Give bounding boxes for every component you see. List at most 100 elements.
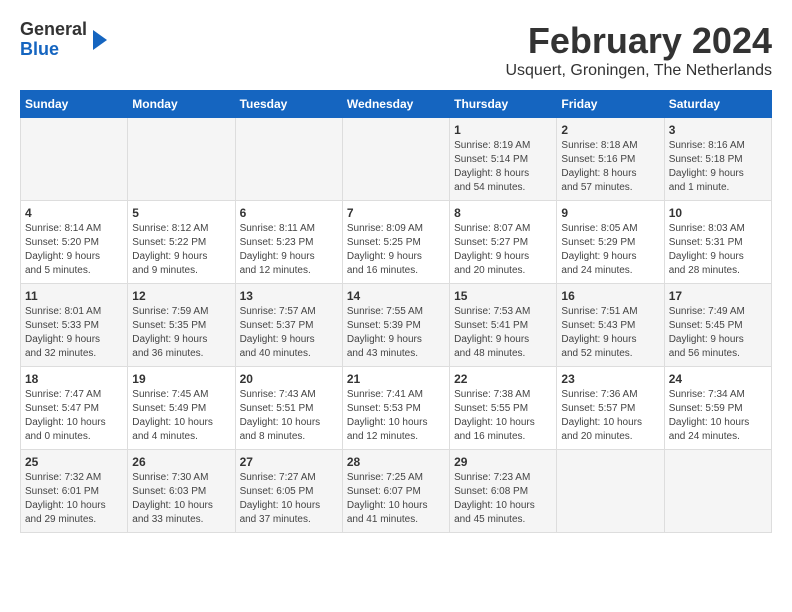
cell-week2-day1: 4 Sunrise: 8:14 AM Sunset: 5:20 PM Daylig… xyxy=(21,201,128,284)
header-friday: Friday xyxy=(557,91,664,118)
day-number: 13 xyxy=(240,289,338,303)
day-info: Sunrise: 7:59 AM Sunset: 5:35 PM Dayligh… xyxy=(132,305,230,361)
cell-week1-day1 xyxy=(21,118,128,201)
subtitle: Usquert, Groningen, The Netherlands xyxy=(505,62,772,80)
day-info: Sunrise: 7:43 AM Sunset: 5:51 PM Dayligh… xyxy=(240,388,338,444)
week-row-4: 18 Sunrise: 7:47 AM Sunset: 5:47 PM Dayli… xyxy=(21,367,772,450)
cell-week1-day3 xyxy=(235,118,342,201)
day-info: Sunrise: 8:18 AM Sunset: 5:16 PM Dayligh… xyxy=(561,139,659,195)
cell-week3-day2: 12 Sunrise: 7:59 AM Sunset: 5:35 PM Dayli… xyxy=(128,284,235,367)
day-info: Sunrise: 8:11 AM Sunset: 5:23 PM Dayligh… xyxy=(240,222,338,278)
day-number: 25 xyxy=(25,455,123,469)
calendar-table: SundayMondayTuesdayWednesdayThursdayFrid… xyxy=(20,90,772,533)
day-info: Sunrise: 8:03 AM Sunset: 5:31 PM Dayligh… xyxy=(669,222,767,278)
cell-week2-day3: 6 Sunrise: 8:11 AM Sunset: 5:23 PM Daylig… xyxy=(235,201,342,284)
cell-week5-day2: 26Sunrise: 7:30 AM Sunset: 6:03 PM Dayli… xyxy=(128,450,235,533)
header: General Blue February 2024 Usquert, Gron… xyxy=(20,20,772,80)
header-saturday: Saturday xyxy=(664,91,771,118)
cell-week5-day1: 25 Sunrise: 7:32 AM Sunset: 6:01 PM Dayli… xyxy=(21,450,128,533)
day-number: 28 xyxy=(347,455,445,469)
day-info: Sunrise: 7:23 AM Sunset: 6:08 PM Dayligh… xyxy=(454,471,552,527)
day-number: 21 xyxy=(347,372,445,386)
day-info: Sunrise: 8:05 AM Sunset: 5:29 PM Dayligh… xyxy=(561,222,659,278)
cell-week2-day7: 10 Sunrise: 8:03 AM Sunset: 5:31 PM Dayli… xyxy=(664,201,771,284)
day-info: Sunrise: 8:01 AM Sunset: 5:33 PM Dayligh… xyxy=(25,305,123,361)
day-number: 8 xyxy=(454,206,552,220)
cell-week3-day5: 15 Sunrise: 7:53 AM Sunset: 5:41 PM Dayli… xyxy=(450,284,557,367)
day-info: Sunrise: 7:51 AM Sunset: 5:43 PM Dayligh… xyxy=(561,305,659,361)
cell-week4-day2: 19 Sunrise: 7:45 AM Sunset: 5:49 PM Dayli… xyxy=(128,367,235,450)
day-number: 9 xyxy=(561,206,659,220)
cell-week4-day1: 18 Sunrise: 7:47 AM Sunset: 5:47 PM Dayli… xyxy=(21,367,128,450)
cell-week4-day6: 23 Sunrise: 7:36 AM Sunset: 5:57 PM Dayli… xyxy=(557,367,664,450)
cell-week4-day4: 21Sunrise: 7:41 AM Sunset: 5:53 PM Dayli… xyxy=(342,367,449,450)
cell-week5-day3: 27Sunrise: 7:27 AM Sunset: 6:05 PM Dayli… xyxy=(235,450,342,533)
cell-week1-day5: 1Sunrise: 8:19 AM Sunset: 5:14 PM Daylig… xyxy=(450,118,557,201)
main-title: February 2024 xyxy=(505,20,772,62)
cell-week4-day3: 20 Sunrise: 7:43 AM Sunset: 5:51 PM Dayli… xyxy=(235,367,342,450)
day-info: Sunrise: 8:14 AM Sunset: 5:20 PM Dayligh… xyxy=(25,222,123,278)
day-number: 10 xyxy=(669,206,767,220)
day-number: 12 xyxy=(132,289,230,303)
day-info: Sunrise: 8:09 AM Sunset: 5:25 PM Dayligh… xyxy=(347,222,445,278)
title-section: February 2024 Usquert, Groningen, The Ne… xyxy=(505,20,772,80)
cell-week2-day5: 8 Sunrise: 8:07 AM Sunset: 5:27 PM Daylig… xyxy=(450,201,557,284)
day-info: Sunrise: 7:25 AM Sunset: 6:07 PM Dayligh… xyxy=(347,471,445,527)
day-number: 17 xyxy=(669,289,767,303)
day-number: 15 xyxy=(454,289,552,303)
cell-week2-day6: 9 Sunrise: 8:05 AM Sunset: 5:29 PM Daylig… xyxy=(557,201,664,284)
day-number: 4 xyxy=(25,206,123,220)
cell-week4-day7: 24 Sunrise: 7:34 AM Sunset: 5:59 PM Dayli… xyxy=(664,367,771,450)
day-info: Sunrise: 7:32 AM Sunset: 6:01 PM Dayligh… xyxy=(25,471,123,527)
day-number: 3 xyxy=(669,123,767,137)
day-info: Sunrise: 7:45 AM Sunset: 5:49 PM Dayligh… xyxy=(132,388,230,444)
day-info: Sunrise: 7:53 AM Sunset: 5:41 PM Dayligh… xyxy=(454,305,552,361)
day-info: Sunrise: 7:57 AM Sunset: 5:37 PM Dayligh… xyxy=(240,305,338,361)
day-number: 23 xyxy=(561,372,659,386)
day-info: Sunrise: 7:27 AM Sunset: 6:05 PM Dayligh… xyxy=(240,471,338,527)
day-number: 6 xyxy=(240,206,338,220)
calendar-header: SundayMondayTuesdayWednesdayThursdayFrid… xyxy=(21,91,772,118)
cell-week3-day7: 17Sunrise: 7:49 AM Sunset: 5:45 PM Dayli… xyxy=(664,284,771,367)
cell-week3-day1: 11Sunrise: 8:01 AM Sunset: 5:33 PM Dayli… xyxy=(21,284,128,367)
week-row-2: 4 Sunrise: 8:14 AM Sunset: 5:20 PM Daylig… xyxy=(21,201,772,284)
day-info: Sunrise: 7:38 AM Sunset: 5:55 PM Dayligh… xyxy=(454,388,552,444)
logo-arrow-icon xyxy=(93,30,107,50)
cell-week5-day5: 29 Sunrise: 7:23 AM Sunset: 6:08 PM Dayli… xyxy=(450,450,557,533)
cell-week3-day4: 14 Sunrise: 7:55 AM Sunset: 5:39 PM Dayli… xyxy=(342,284,449,367)
cell-week4-day5: 22 Sunrise: 7:38 AM Sunset: 5:55 PM Dayli… xyxy=(450,367,557,450)
day-number: 20 xyxy=(240,372,338,386)
day-number: 24 xyxy=(669,372,767,386)
day-number: 7 xyxy=(347,206,445,220)
logo-text: General Blue xyxy=(20,20,87,60)
day-number: 18 xyxy=(25,372,123,386)
day-info: Sunrise: 8:07 AM Sunset: 5:27 PM Dayligh… xyxy=(454,222,552,278)
day-number: 5 xyxy=(132,206,230,220)
cell-week3-day6: 16Sunrise: 7:51 AM Sunset: 5:43 PM Dayli… xyxy=(557,284,664,367)
cell-week5-day7 xyxy=(664,450,771,533)
cell-week2-day2: 5Sunrise: 8:12 AM Sunset: 5:22 PM Daylig… xyxy=(128,201,235,284)
header-tuesday: Tuesday xyxy=(235,91,342,118)
logo: General Blue xyxy=(20,20,107,60)
header-monday: Monday xyxy=(128,91,235,118)
day-number: 19 xyxy=(132,372,230,386)
day-number: 14 xyxy=(347,289,445,303)
day-number: 29 xyxy=(454,455,552,469)
logo-general: General xyxy=(20,20,87,40)
day-info: Sunrise: 7:30 AM Sunset: 6:03 PM Dayligh… xyxy=(132,471,230,527)
day-number: 22 xyxy=(454,372,552,386)
cell-week1-day2 xyxy=(128,118,235,201)
cell-week1-day7: 3Sunrise: 8:16 AM Sunset: 5:18 PM Daylig… xyxy=(664,118,771,201)
day-info: Sunrise: 7:36 AM Sunset: 5:57 PM Dayligh… xyxy=(561,388,659,444)
header-thursday: Thursday xyxy=(450,91,557,118)
week-row-1: 1Sunrise: 8:19 AM Sunset: 5:14 PM Daylig… xyxy=(21,118,772,201)
day-info: Sunrise: 7:55 AM Sunset: 5:39 PM Dayligh… xyxy=(347,305,445,361)
logo-blue: Blue xyxy=(20,40,87,60)
cell-week5-day6 xyxy=(557,450,664,533)
header-wednesday: Wednesday xyxy=(342,91,449,118)
day-number: 1 xyxy=(454,123,552,137)
calendar-body: 1Sunrise: 8:19 AM Sunset: 5:14 PM Daylig… xyxy=(21,118,772,533)
day-info: Sunrise: 7:34 AM Sunset: 5:59 PM Dayligh… xyxy=(669,388,767,444)
header-sunday: Sunday xyxy=(21,91,128,118)
day-info: Sunrise: 7:47 AM Sunset: 5:47 PM Dayligh… xyxy=(25,388,123,444)
